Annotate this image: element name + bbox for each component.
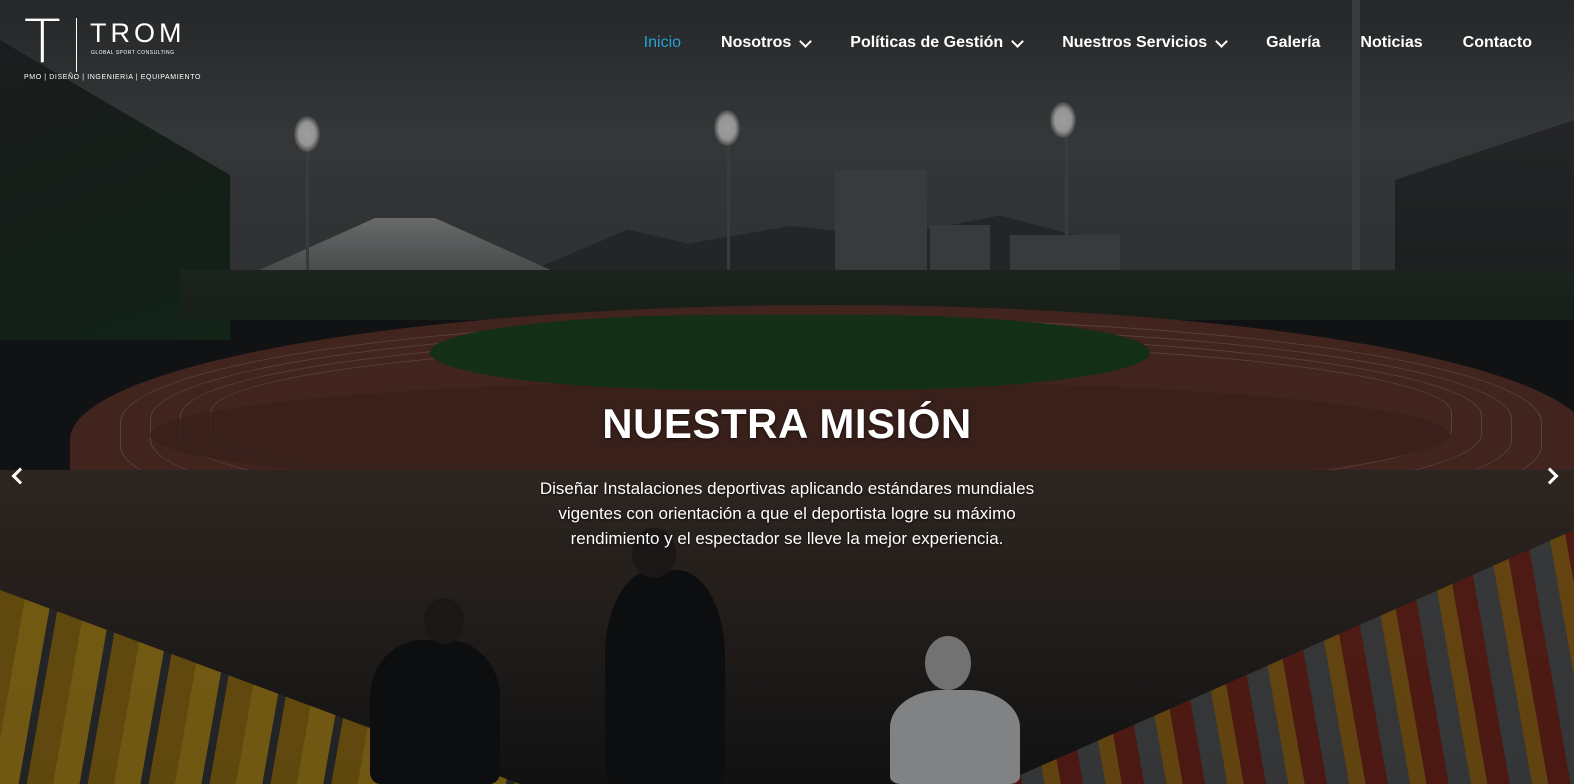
- nav-label: Noticias: [1360, 34, 1423, 51]
- nav-label: Contacto: [1462, 34, 1532, 51]
- chevron-right-icon: [1541, 467, 1559, 485]
- slider-prev-button[interactable]: [10, 466, 29, 488]
- hero-description: Diseñar Instalaciones deportivas aplican…: [517, 476, 1057, 551]
- slider-next-button[interactable]: [1541, 466, 1559, 488]
- nav-label: Inicio: [643, 34, 682, 51]
- hero-description-line: rendimiento y el espectador se lleve la …: [570, 529, 1004, 548]
- nav-item-galeria[interactable]: Galería: [1266, 32, 1320, 54]
- nav-item-contacto[interactable]: Contacto: [1463, 32, 1532, 54]
- logo-divider: [76, 18, 77, 72]
- hero-description-line: Diseñar Instalaciones deportivas aplican…: [539, 479, 1035, 498]
- nav-label: Galería: [1266, 34, 1321, 51]
- chevron-down-icon: [1011, 34, 1025, 48]
- logo-tagline: PMO | DISEÑO | INGENIERIA | EQUIPAMIENTO: [24, 74, 201, 81]
- nav-item-politicas[interactable]: Políticas de Gestión: [850, 32, 1025, 54]
- nav-item-inicio[interactable]: Inicio: [644, 32, 681, 54]
- site-logo[interactable]: T TROM GLOBAL SPORT CONSULTING PMO | DIS…: [24, 7, 200, 84]
- main-nav: Inicio Nosotros Políticas de Gestión Nue…: [604, 32, 1532, 54]
- logo-subtitle: GLOBAL SPORT CONSULTING: [91, 50, 175, 56]
- chevron-down-icon: [1215, 34, 1229, 48]
- chevron-down-icon: [799, 34, 813, 48]
- hero-overlay: [0, 0, 1574, 784]
- nav-label: Políticas de Gestión: [850, 34, 1004, 51]
- nav-item-noticias[interactable]: Noticias: [1360, 32, 1422, 54]
- nav-item-servicios[interactable]: Nuestros Servicios: [1062, 32, 1229, 54]
- nav-label: Nuestros Servicios: [1062, 34, 1208, 51]
- logo-wordmark: TROM: [90, 18, 186, 48]
- hero-description-line: vigentes con orientación a que el deport…: [558, 504, 1016, 523]
- nav-label: Nosotros: [721, 34, 792, 51]
- nav-item-nosotros[interactable]: Nosotros: [721, 32, 813, 54]
- logo-letter: T: [24, 7, 61, 77]
- hero-title: NUESTRA MISIÓN: [602, 400, 972, 447]
- hero-slider: [0, 0, 1574, 784]
